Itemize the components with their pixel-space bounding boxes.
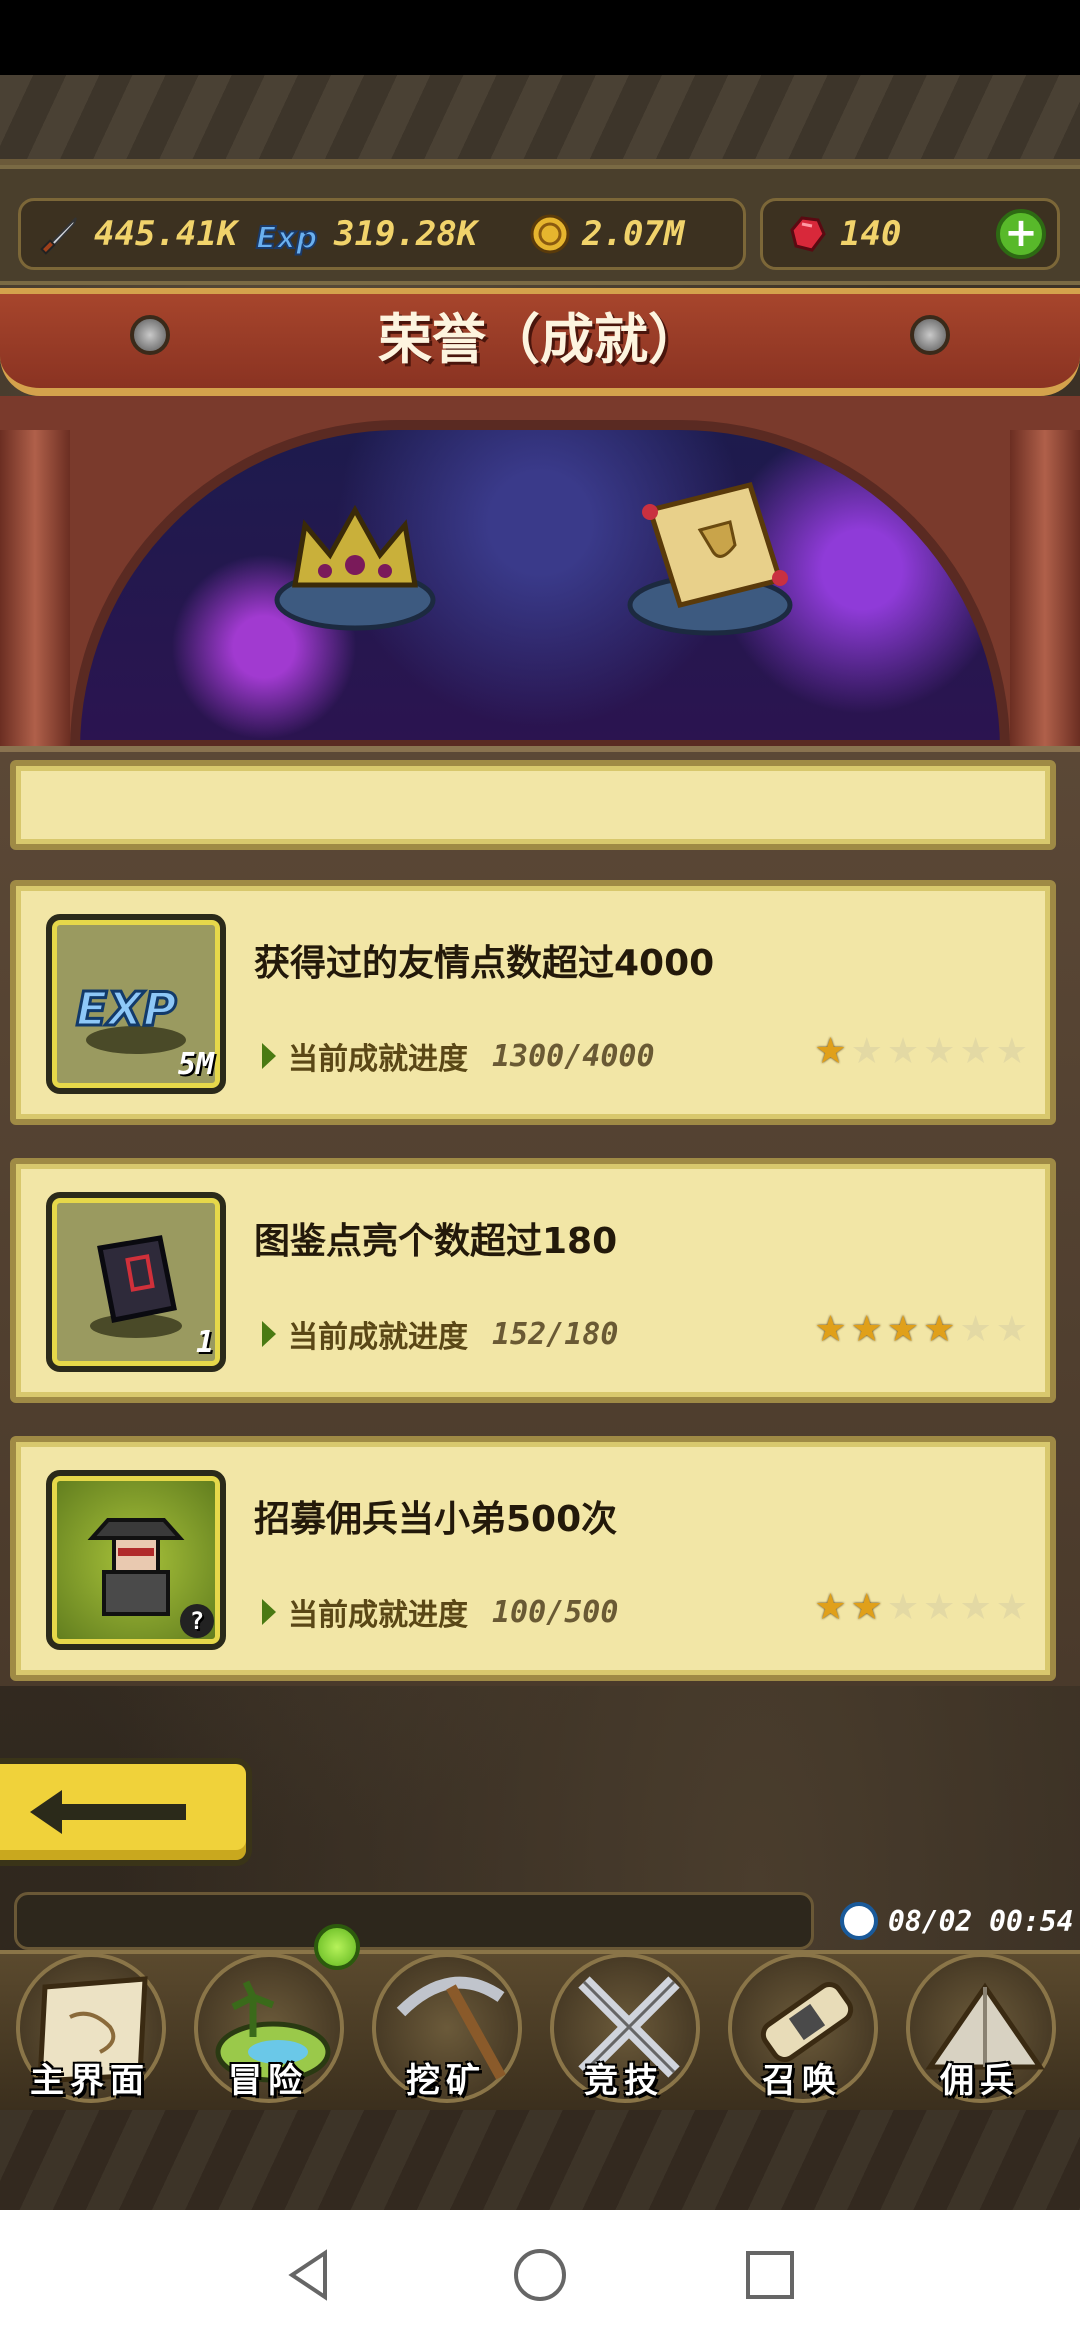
nav-label: 主界面 xyxy=(30,2061,150,2101)
star-filled-icon: ★ xyxy=(850,1309,883,1350)
gold-coin-icon xyxy=(530,214,570,254)
plus-icon: + xyxy=(1004,210,1038,256)
ruby-icon xyxy=(790,216,826,252)
recents-icon[interactable] xyxy=(740,2245,800,2305)
star-filled-icon: ★ xyxy=(814,1587,847,1628)
exp-icon: Exp xyxy=(255,220,318,257)
star-empty-icon: ★ xyxy=(923,1587,956,1628)
pillar-right xyxy=(1010,430,1080,746)
star-rating: ★ ★ ★ ★ ★ ★ xyxy=(814,1312,1028,1348)
home-icon[interactable] xyxy=(510,2245,570,2305)
clock: 08/02 00:54 xyxy=(828,1892,1080,1950)
star-rating: ★ ★ ★ ★ ★ ★ xyxy=(814,1590,1028,1626)
top-decoration xyxy=(0,75,1080,165)
star-empty-icon: ★ xyxy=(995,1309,1028,1350)
exp-resource: Exp 319.28K xyxy=(252,208,477,260)
clock-time: 08/02 00:54 xyxy=(888,1904,1074,1938)
progress-label: 当前成就进度 xyxy=(288,1598,468,1633)
star-filled-icon: ★ xyxy=(886,1309,920,1350)
book-icon xyxy=(90,1235,182,1338)
nav-label: 竞技 xyxy=(584,2061,664,2101)
exp-value: 319.28K xyxy=(334,214,478,254)
nav-label: 冒险 xyxy=(228,2061,308,2101)
star-empty-icon: ★ xyxy=(850,1031,883,1072)
reward-icon-box: EXP 5M xyxy=(46,914,226,1094)
nav-mercenary[interactable]: 佣兵 xyxy=(894,1945,1066,2105)
progress-value: 100/500 xyxy=(492,1594,619,1630)
star-empty-icon: ★ xyxy=(959,1031,992,1072)
play-triangle-icon xyxy=(262,1599,276,1625)
achievement-title: 图鉴点亮个数超过180 xyxy=(254,1221,618,1262)
gold-value: 2.07M xyxy=(582,214,685,254)
reward-icon-box: 1 xyxy=(46,1192,226,1372)
pillar-left xyxy=(0,430,70,746)
achievement-title: 招募佣兵当小弟500次 xyxy=(254,1499,618,1540)
sword-icon xyxy=(40,217,77,255)
star-filled-icon: ★ xyxy=(814,1031,847,1072)
progress-row: 当前成就进度 1300/4000 xyxy=(262,1034,655,1078)
star-empty-icon: ★ xyxy=(995,1587,1028,1628)
reward-badge: 1 xyxy=(195,1325,214,1360)
reward-badge: 5M xyxy=(177,1047,214,1082)
achievement-card-partial xyxy=(10,760,1056,850)
back-button[interactable] xyxy=(0,1758,252,1866)
nav-label: 召唤 xyxy=(762,2061,842,2101)
power-value: 445.41K xyxy=(94,214,238,254)
star-rating: ★ ★ ★ ★ ★ ★ xyxy=(814,1034,1028,1070)
reward-icon-box: ? xyxy=(46,1470,226,1650)
gold-resource: 2.07M xyxy=(524,208,684,260)
achievement-title: 获得过的友情点数超过4000 xyxy=(254,943,715,984)
left-arrow-icon xyxy=(30,1790,186,1834)
progress-value: 152/180 xyxy=(492,1316,619,1352)
play-triangle-icon xyxy=(262,1043,276,1069)
footer-decoration xyxy=(0,2110,1080,2210)
trophy-scroll-icon[interactable] xyxy=(620,470,800,640)
progress-label: 当前成就进度 xyxy=(288,1320,468,1355)
nav-mining[interactable]: 挖矿 xyxy=(360,1945,532,2105)
nav-arena[interactable]: 竞技 xyxy=(538,1945,710,2105)
clock-icon xyxy=(840,1902,878,1940)
star-filled-icon: ★ xyxy=(850,1587,883,1628)
achievement-card[interactable]: EXP 5M 获得过的友情点数超过4000 当前成就进度 1300/4000 ★… xyxy=(10,880,1056,1125)
progress-value: 1300/4000 xyxy=(492,1038,655,1074)
crown-icon[interactable] xyxy=(270,495,440,635)
notification-dot xyxy=(314,1924,360,1970)
page-title: 荣誉（成就） xyxy=(378,308,702,371)
gem-value: 140 xyxy=(840,214,902,254)
back-icon[interactable] xyxy=(280,2245,340,2305)
message-bar[interactable] xyxy=(14,1892,814,1950)
svg-text:Exp: Exp xyxy=(256,221,317,256)
nav-summon[interactable]: 召唤 xyxy=(716,1945,888,2105)
nav-home[interactable]: 主界面 xyxy=(4,1945,176,2105)
add-gems-button[interactable]: + xyxy=(996,209,1046,259)
star-empty-icon: ★ xyxy=(886,1587,920,1628)
nav-label: 挖矿 xyxy=(406,2061,486,2101)
progress-row: 当前成就进度 100/500 xyxy=(262,1590,618,1634)
nav-adventure[interactable]: 冒险 xyxy=(182,1945,354,2105)
progress-label: 当前成就进度 xyxy=(288,1042,468,1077)
achievement-card[interactable]: 1 图鉴点亮个数超过180 当前成就进度 152/180 ★ ★ ★ ★ ★ ★ xyxy=(10,1158,1056,1403)
star-empty-icon: ★ xyxy=(886,1031,920,1072)
achievement-card[interactable]: ? 招募佣兵当小弟500次 当前成就进度 100/500 ★ ★ ★ ★ ★ ★ xyxy=(10,1436,1056,1681)
star-empty-icon: ★ xyxy=(959,1587,992,1628)
gem-resource: 140 xyxy=(782,208,901,260)
status-bar xyxy=(0,0,1080,75)
star-empty-icon: ★ xyxy=(995,1031,1028,1072)
star-filled-icon: ★ xyxy=(814,1309,847,1350)
progress-row: 当前成就进度 152/180 xyxy=(262,1312,618,1356)
svg-text:EXP: EXP xyxy=(76,982,177,1036)
play-triangle-icon xyxy=(262,1321,276,1347)
power-resource: 445.41K xyxy=(36,208,237,260)
reward-badge: ? xyxy=(180,1604,214,1638)
star-filled-icon: ★ xyxy=(923,1309,956,1350)
nav-label: 佣兵 xyxy=(940,2061,1020,2101)
star-empty-icon: ★ xyxy=(923,1031,956,1072)
star-empty-icon: ★ xyxy=(959,1309,992,1350)
